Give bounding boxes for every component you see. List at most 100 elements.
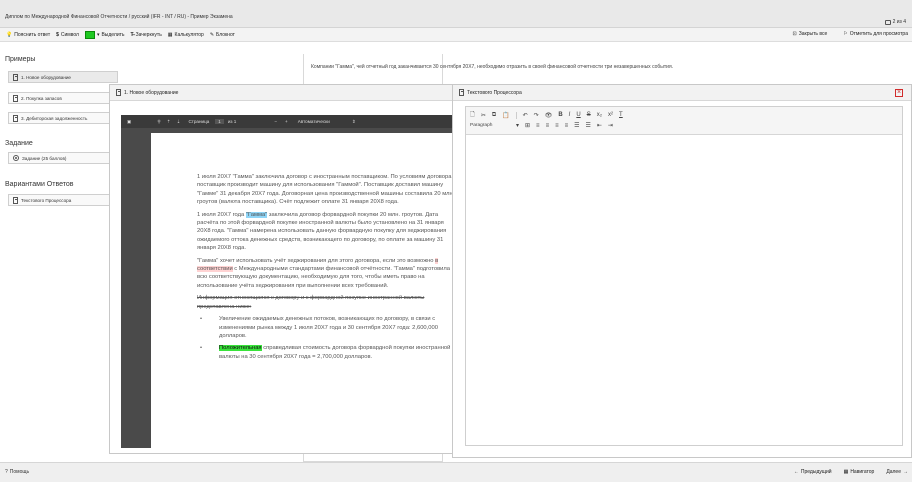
undo-icon[interactable]: ↶ xyxy=(523,112,528,119)
task-label: Задание (25 баллов) xyxy=(22,155,67,161)
example-item-1[interactable]: 1. Новое оборудование xyxy=(8,71,118,83)
answer-item-word-processor[interactable]: Текстового Процессора xyxy=(8,194,118,206)
copy-icon[interactable]: ⧉ xyxy=(492,112,496,119)
close-icon[interactable]: × xyxy=(895,89,903,97)
title-bar: Диплом по Международной Финансовой Отчет… xyxy=(0,0,912,28)
underline-icon[interactable]: U xyxy=(576,112,580,118)
editor-toolbar-row-1: 🗋 ✂ ⧉ 📋 ↶ ↷ 👁 B I U S x₂ x² T xyxy=(470,110,623,120)
highlight-color-swatch[interactable] xyxy=(84,30,95,39)
justify-icon[interactable]: ≡ xyxy=(565,123,569,129)
calculator-button[interactable]: ▦ Калькулятор xyxy=(168,32,204,38)
toolbar: 💡 Пояснить ответ $ Символ ▾ Выделить T̶ … xyxy=(0,28,912,42)
strike-label: Зачеркнуть xyxy=(135,31,162,38)
answers-title: Вариантами Ответов xyxy=(5,181,74,188)
calculator-icon: ▦ xyxy=(167,31,173,38)
close-all-label: Закрыть все xyxy=(798,31,828,37)
zoom-in-icon[interactable]: + xyxy=(285,119,288,124)
bullet-2: Положительная справедливая стоимость дог… xyxy=(197,344,457,361)
paragraph-3: "Гамма" хочет использовать учёт хеджиров… xyxy=(197,257,457,291)
strikethrough-icon[interactable]: S xyxy=(587,112,591,118)
example-label: 3. Дебиторская задолженность xyxy=(21,115,88,121)
toolbar-separator xyxy=(515,111,517,119)
arrow-right-icon: → xyxy=(903,469,908,475)
superscript-icon[interactable]: x² xyxy=(608,112,613,118)
navigator-label: Навигатор xyxy=(850,469,875,475)
document-icon xyxy=(116,89,121,96)
numbered-list-icon[interactable]: ☰ xyxy=(586,122,591,129)
paragraph-select[interactable]: Paragraph xyxy=(470,123,510,128)
explain-answer-button[interactable]: 💡 Пояснить ответ xyxy=(6,32,50,38)
calculator-label: Калькулятор xyxy=(174,31,204,38)
arrow-up-icon[interactable]: ⇡ xyxy=(167,119,171,125)
indent-icon[interactable]: ⇥ xyxy=(608,122,613,129)
bullet-list-icon[interactable]: ☰ xyxy=(574,122,579,129)
table-icon[interactable]: ⊞ xyxy=(525,122,530,129)
italic-icon[interactable]: I xyxy=(569,112,571,118)
notepad-button[interactable]: ✎ Блокнот xyxy=(210,32,235,38)
strike-button[interactable]: T̶ Зачеркнуть xyxy=(131,32,162,38)
examples-title: Примеры xyxy=(5,56,36,63)
highlight-button[interactable]: ▾ Выделить xyxy=(84,30,125,39)
highlight-label: Выделить xyxy=(101,31,125,38)
zoom-out-icon[interactable]: − xyxy=(274,119,277,124)
example-item-2[interactable]: 2. Покупка запасов xyxy=(8,92,118,104)
align-left-icon[interactable]: ≡ xyxy=(536,123,540,129)
document-icon xyxy=(13,196,18,204)
left-panel: Примеры 1. Новое оборудование 2. Покупка… xyxy=(0,44,118,444)
task-icon xyxy=(13,155,19,161)
word-processor-window[interactable]: Текстового Процессора × 🗋 ✂ ⧉ 📋 ↶ ↷ 👁 B … xyxy=(452,84,912,458)
pdf-window[interactable]: 1. Новое оборудование ▣ ⚲ ⇡ ⇣ Страница 1… xyxy=(109,84,457,454)
pdf-window-header[interactable]: 1. Новое оборудование xyxy=(110,85,455,101)
p2-text-a: 1 июля 20X7 года xyxy=(197,211,246,218)
chevron-updown-icon[interactable]: ⇕ xyxy=(352,119,356,125)
mark-review-button[interactable]: ⚐ Отметить для просмотра xyxy=(843,31,908,37)
align-center-icon[interactable]: ≡ xyxy=(546,123,550,129)
flag-outline-icon: ⚐ xyxy=(843,31,848,37)
document-icon xyxy=(459,89,464,96)
arrow-down-icon[interactable]: ⇣ xyxy=(177,119,181,125)
pdf-window-title: 1. Новое оборудование xyxy=(124,89,179,96)
grid-icon: ▦ xyxy=(843,469,849,475)
symbol-button[interactable]: $ Символ xyxy=(56,32,79,38)
arrow-left-icon: ← xyxy=(793,469,799,475)
previous-button[interactable]: ← Предыдущий xyxy=(794,469,832,475)
next-button[interactable]: Далее → xyxy=(886,469,908,475)
help-button[interactable]: ? Помощь xyxy=(5,469,29,475)
p3-text-a: "Гамма" хочет использовать учёт хеджиров… xyxy=(197,257,436,264)
example-item-3[interactable]: 3. Дебиторская задолженность xyxy=(8,112,118,124)
wp-editor[interactable]: 🗋 ✂ ⧉ 📋 ↶ ↷ 👁 B I U S x₂ x² T Paragraph … xyxy=(465,106,903,446)
paragraph-2: 1 июля 20X7 года "Гамма" заключила догов… xyxy=(197,211,457,253)
find-icon[interactable]: 👁 xyxy=(545,112,553,119)
answer-label: Текстового Процессора xyxy=(21,197,72,203)
page-number-input[interactable]: 1 xyxy=(215,119,224,124)
exam-title: Диплом по Международной Финансовой Отчет… xyxy=(5,14,233,20)
cut-icon[interactable]: ✂ xyxy=(481,112,486,119)
paragraph-4: Информация относящаяся к договору и к фо… xyxy=(197,295,425,310)
outdent-icon[interactable]: ⇤ xyxy=(597,122,602,129)
dollar-icon: $ xyxy=(56,31,59,38)
bold-icon[interactable]: B xyxy=(558,112,562,118)
clear-format-icon[interactable]: T xyxy=(619,112,623,118)
flag-icon xyxy=(884,19,891,25)
chevron-down-icon[interactable]: ▾ xyxy=(516,122,519,129)
align-right-icon[interactable]: ≡ xyxy=(555,123,559,129)
p2-highlight: "Гамма" xyxy=(245,211,268,218)
zoom-select[interactable]: Автоматически xyxy=(298,119,330,124)
redo-icon[interactable]: ↷ xyxy=(534,112,539,119)
sidebar-toggle-icon[interactable]: ▣ xyxy=(127,119,131,125)
paste-icon[interactable]: 📋 xyxy=(502,112,509,119)
close-all-button[interactable]: ⊡ Закрыть все xyxy=(793,31,828,37)
page-of-label: из 1 xyxy=(227,119,237,124)
document-icon xyxy=(13,94,18,102)
chevron-down-icon[interactable]: ▾ xyxy=(97,32,100,38)
new-document-icon[interactable]: 🗋 xyxy=(470,110,475,120)
navigator-button[interactable]: ▦ Навигатор xyxy=(844,469,875,475)
bullet-1: Увеличение ожидаемых денежных потоков, в… xyxy=(197,315,457,340)
task-item[interactable]: Задание (25 баллов) xyxy=(8,152,118,164)
toolbar-right: ⊡ Закрыть все ⚐ Отметить для просмотра xyxy=(787,31,908,37)
subscript-icon[interactable]: x₂ xyxy=(597,112,602,118)
search-icon[interactable]: ⚲ xyxy=(157,119,160,125)
wp-window-header[interactable]: Текстового Процессора xyxy=(453,85,911,101)
lightbulb-icon: 💡 xyxy=(6,31,13,38)
mark-review-label: Отметить для просмотра xyxy=(849,31,908,37)
